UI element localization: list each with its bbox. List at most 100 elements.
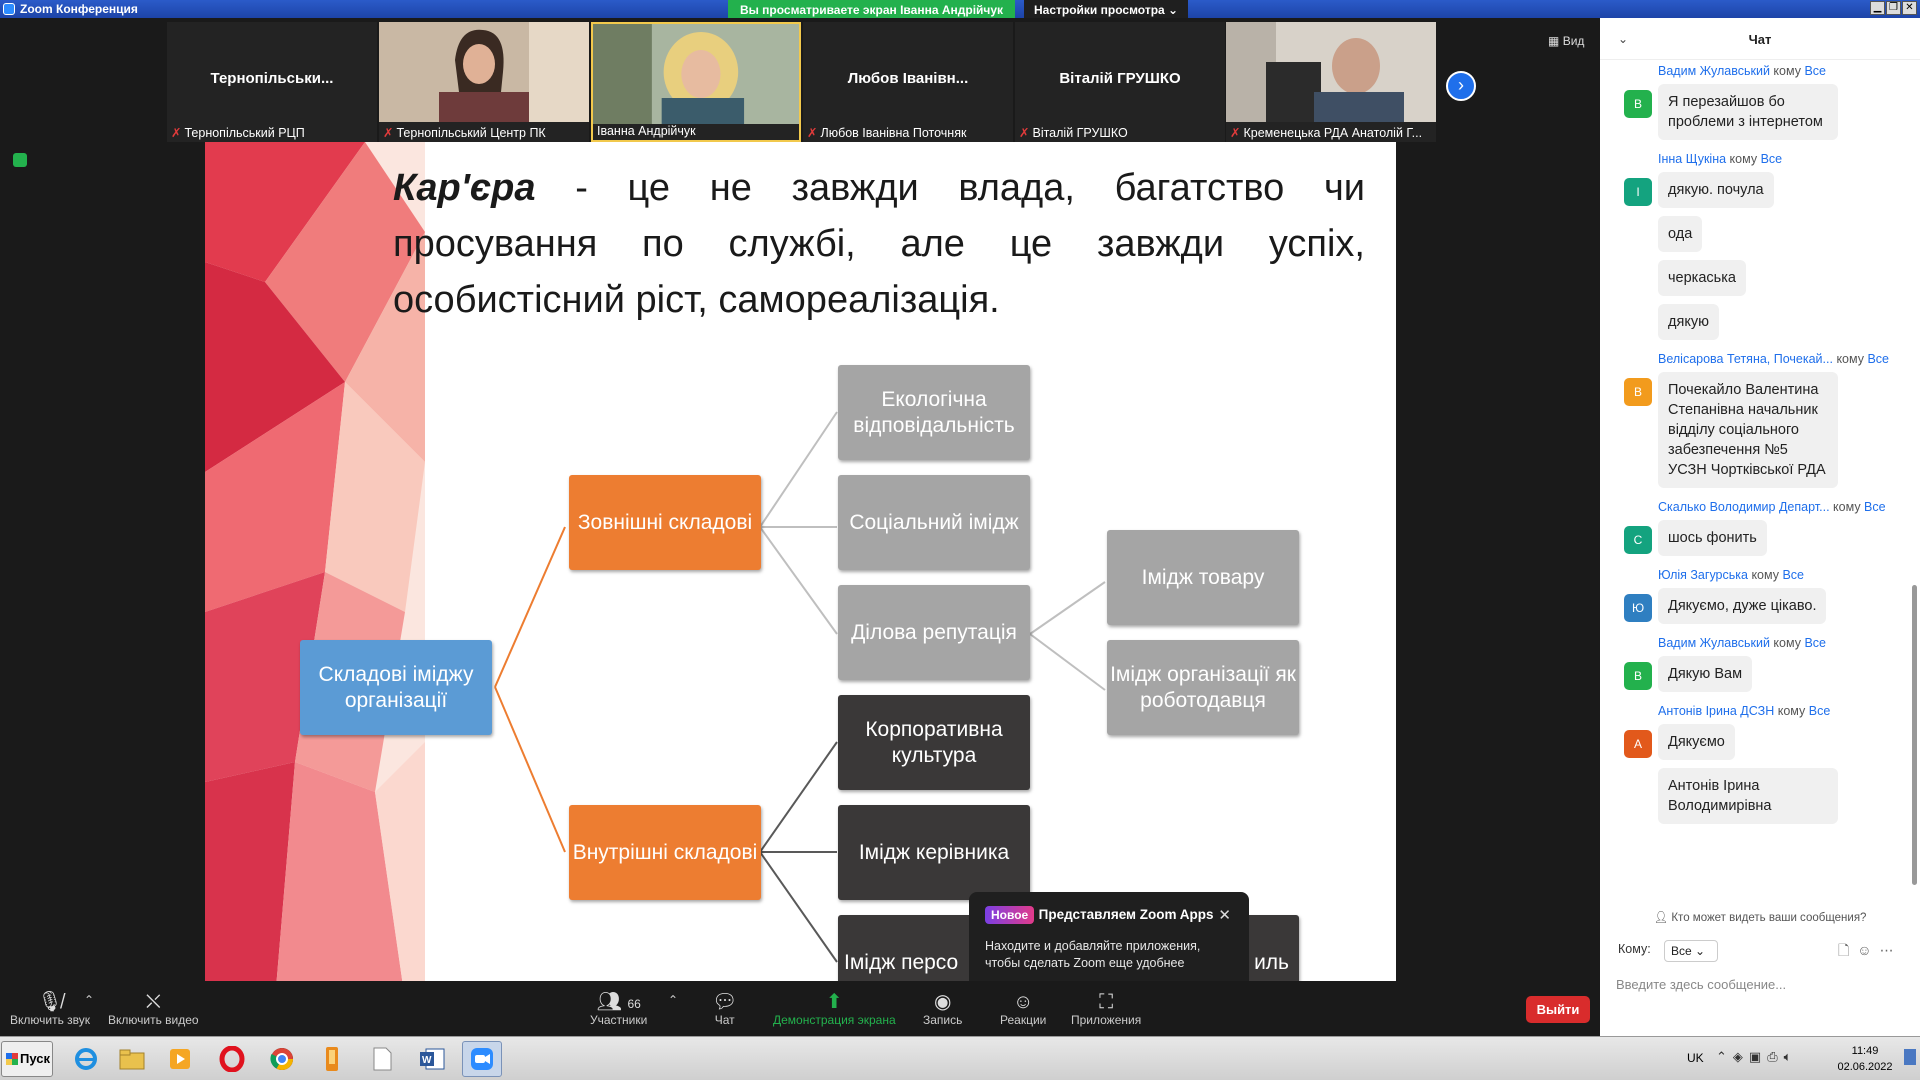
message-sender[interactable]: Вадим Жулавський кому Все <box>1658 64 1912 78</box>
reader-icon <box>326 1047 338 1071</box>
sender-avatar[interactable]: В <box>1624 662 1652 690</box>
message-bubble[interactable]: Почекайло Валентина Степанівна начальник… <box>1658 372 1838 488</box>
message-bubble[interactable]: шось фонить <box>1658 520 1767 556</box>
message-sender[interactable]: Вадим Жулавський кому Все <box>1658 636 1912 650</box>
recipient-everyone[interactable]: Все <box>1864 500 1886 514</box>
chat-scrollbar[interactable] <box>1912 585 1917 885</box>
message-bubble[interactable]: Дякуємо, дуже цікаво. <box>1658 588 1827 624</box>
unmute-button[interactable]: 🎙︎̸ Включить звук <box>10 991 90 1027</box>
to-word: кому <box>1726 152 1761 166</box>
close-icon[interactable]: ✕ <box>1902 1 1917 15</box>
shield-security-icon[interactable] <box>13 153 27 167</box>
start-video-button[interactable]: ⛌ Включить видео <box>108 991 199 1027</box>
chat-message-input[interactable] <box>1616 972 1906 996</box>
sender-avatar[interactable]: В <box>1624 90 1652 118</box>
show-desktop-button[interactable] <box>1904 1049 1916 1065</box>
participant-label: Іванна Андрійчук <box>597 124 696 138</box>
apps-button[interactable]: ⛶ Приложения <box>1071 991 1141 1027</box>
sender-name[interactable]: Велісарова Тетяна, Почекай... <box>1658 352 1833 366</box>
participants-options-caret-icon[interactable]: ⌃ <box>668 993 678 1007</box>
sender-avatar[interactable]: С <box>1624 526 1652 554</box>
who-can-see-link[interactable]: 👤︎ Кто может видеть ваши сообщения? <box>1600 910 1920 924</box>
sender-avatar[interactable]: А <box>1624 730 1652 758</box>
message-bubble[interactable]: Антонів Ірина Володимирівна <box>1658 768 1838 824</box>
recipient-select[interactable]: Все ⌄ <box>1664 940 1718 962</box>
record-icon: ◉ <box>933 991 952 1013</box>
recipient-everyone[interactable]: Все <box>1804 636 1826 650</box>
reactions-button[interactable]: ☺ Реакции <box>1000 991 1046 1027</box>
leave-meeting-button[interactable]: Выйти <box>1526 996 1590 1023</box>
recipient-everyone[interactable]: Все <box>1809 704 1831 718</box>
recipient-everyone[interactable]: Все <box>1761 152 1783 166</box>
sender-name[interactable]: Вадим Жулавський <box>1658 64 1770 78</box>
message-sender[interactable]: Антонів Ірина ДСЗН кому Все <box>1658 704 1912 718</box>
sender-name[interactable]: Скалько Володимир Департ... <box>1658 500 1830 514</box>
message-bubble[interactable]: дякую <box>1658 304 1719 340</box>
taskbar-media-player[interactable] <box>160 1041 200 1077</box>
share-screen-button[interactable]: ⬆ Демонстрация экрана <box>773 991 896 1027</box>
message-bubble[interactable]: дякую. почула <box>1658 172 1774 208</box>
taskbar-fb2-reader[interactable] <box>312 1041 352 1077</box>
next-page-arrow-icon[interactable]: › <box>1446 71 1476 101</box>
diagram-reputation-box: Ділова репутація <box>838 585 1030 680</box>
sender-name[interactable]: Інна Щукіна <box>1658 152 1726 166</box>
tray-clock[interactable]: 11:49 02.06.2022 <box>1830 1043 1900 1075</box>
tray-expand-icon[interactable]: ⌃ <box>1716 1049 1733 1064</box>
input-language[interactable]: UK <box>1687 1051 1704 1065</box>
message-sender[interactable]: Скалько Володимир Департ... кому Все <box>1658 500 1912 514</box>
sender-avatar[interactable]: В <box>1624 378 1652 406</box>
taskbar-chrome[interactable] <box>262 1041 302 1077</box>
sender-avatar[interactable]: Ю <box>1624 594 1652 622</box>
start-button[interactable]: Пуск <box>1 1041 53 1077</box>
svg-text:W: W <box>422 1055 432 1066</box>
network-icon[interactable]: ◈ <box>1733 1049 1749 1064</box>
sender-avatar[interactable]: І <box>1624 178 1652 206</box>
maximize-icon[interactable]: ❐ <box>1886 1 1901 15</box>
record-button[interactable]: ◉ Запись <box>923 991 962 1027</box>
taskbar-explorer[interactable] <box>112 1041 152 1077</box>
message-bubble[interactable]: ода <box>1658 216 1703 252</box>
volume-icon[interactable]: 🔈︎ <box>1784 1049 1798 1064</box>
taskbar-internet-explorer[interactable] <box>66 1041 106 1077</box>
sender-name[interactable]: Вадим Жулавський <box>1658 636 1770 650</box>
video-off-icon: ⛌ <box>145 991 161 1013</box>
chat-message-list[interactable]: В Вадим Жулавський кому Все Я перезайшов б… <box>1600 60 1912 880</box>
message-bubble[interactable]: черкаська <box>1658 260 1746 296</box>
minimize-icon[interactable]: ▁ <box>1870 1 1885 15</box>
taskbar-word[interactable]: W <box>412 1041 452 1077</box>
taskbar-zoom[interactable] <box>462 1041 502 1077</box>
message-bubble[interactable]: Дякуємо <box>1658 724 1735 760</box>
taskbar-opera[interactable] <box>212 1041 252 1077</box>
participant-tile[interactable]: Любов Іванівн... ✗ Любов Іванівна Поточня… <box>803 22 1013 142</box>
chat-message: Ю Юлія Загурська кому Все Дякуємо, дуже ці… <box>1600 568 1912 632</box>
message-sender[interactable]: Юлія Загурська кому Все <box>1658 568 1912 582</box>
participants-button[interactable]: 👥︎ 66 Участники <box>590 991 647 1027</box>
participant-tile-active-speaker[interactable]: Іванна Андрійчук <box>591 22 801 142</box>
sender-name[interactable]: Юлія Загурська <box>1658 568 1748 582</box>
smiley-icon: ☺ <box>1012 991 1034 1013</box>
taskbar-blank-document[interactable] <box>362 1041 402 1077</box>
audio-options-caret-icon[interactable]: ⌃ <box>84 993 94 1007</box>
view-layout-button[interactable]: ▦ Вид <box>1548 34 1584 48</box>
to-word: кому <box>1769 636 1805 650</box>
chat-button[interactable]: 💬︎ Чат <box>712 991 737 1027</box>
display-icon[interactable]: ▣ <box>1749 1049 1767 1064</box>
participant-tile[interactable]: Тернопільськи... ✗ Тернопільський РЦП <box>167 22 377 142</box>
participant-tile[interactable]: ✗ Тернопільський Центр ПК <box>379 22 589 142</box>
emoji-icon[interactable]: ☺ <box>1857 942 1879 958</box>
message-sender[interactable]: Велісарова Тетяна, Почекай... кому Все <box>1658 352 1912 366</box>
close-icon[interactable]: ✕ <box>1218 906 1231 924</box>
message-bubble[interactable]: Я перезайшов бо проблеми з інтернетом <box>1658 84 1838 140</box>
sender-name[interactable]: Антонів Ірина ДСЗН <box>1658 704 1774 718</box>
message-sender[interactable]: Інна Щукіна кому Все <box>1658 152 1912 166</box>
file-icon[interactable]: 🗋 <box>1838 942 1857 958</box>
chat-panel: ⌄ Чат В Вадим Жулавський кому Все Я переза… <box>1600 18 1920 1036</box>
more-icon[interactable]: ⋯ <box>1880 942 1902 958</box>
participant-tile[interactable]: Віталій ГРУШКО ✗ Віталій ГРУШКО <box>1015 22 1225 142</box>
recipient-everyone[interactable]: Все <box>1804 64 1826 78</box>
recipient-everyone[interactable]: Все <box>1867 352 1889 366</box>
recipient-everyone[interactable]: Все <box>1782 568 1804 582</box>
participant-tile[interactable]: ✗ Кременецька РДА Анатолій Г... <box>1226 22 1436 142</box>
message-bubble[interactable]: Дякую Вам <box>1658 656 1753 692</box>
printer-icon[interactable]: ⎙ <box>1767 1049 1783 1064</box>
